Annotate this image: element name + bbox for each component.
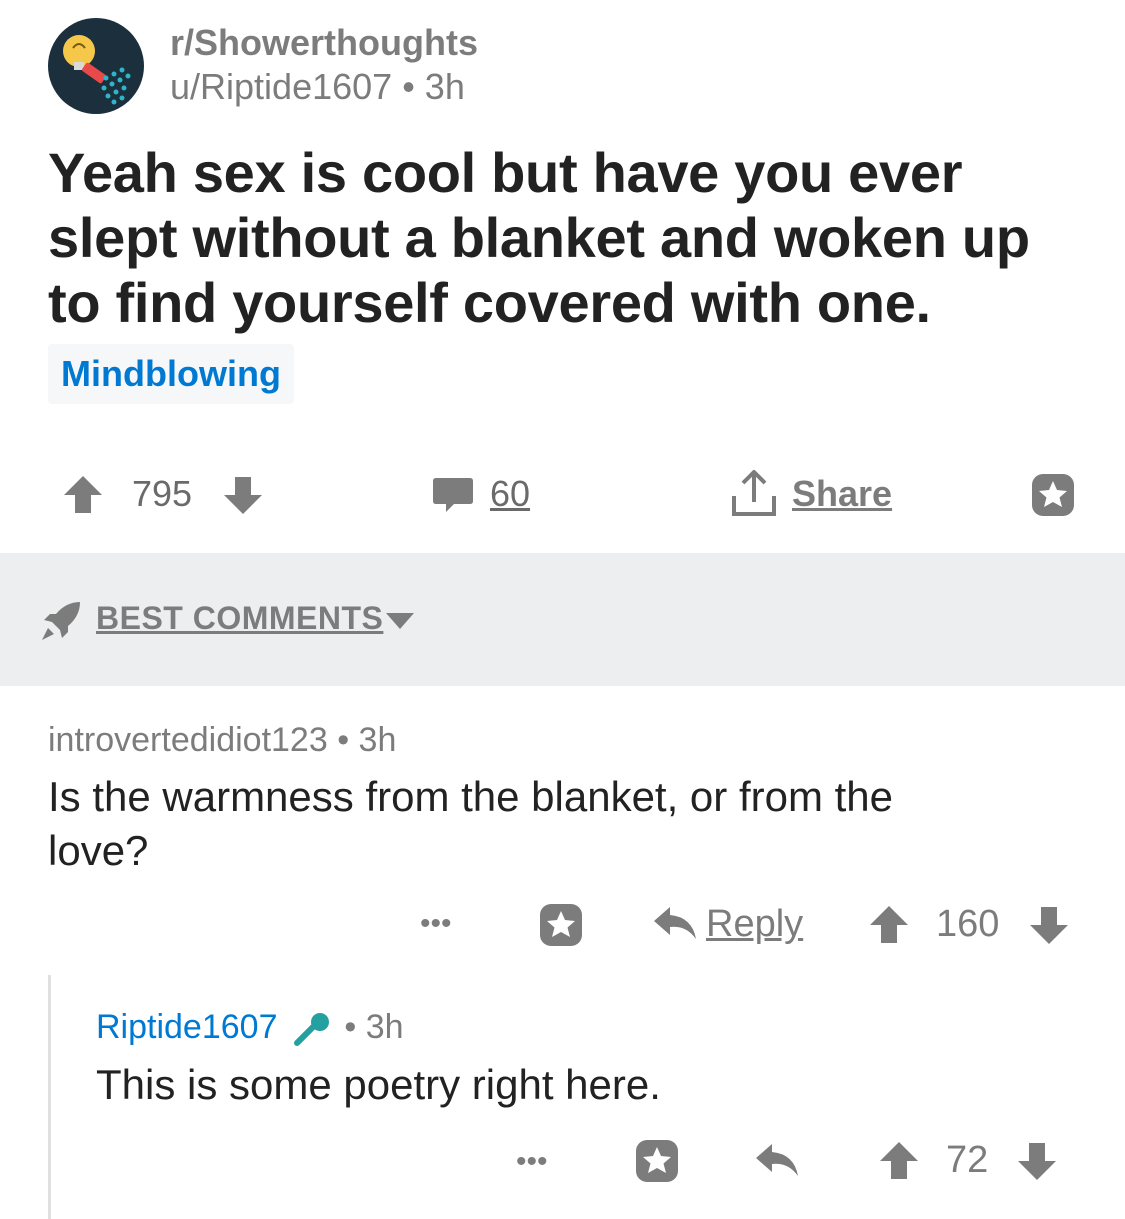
comment-score: 72 — [946, 1139, 989, 1181]
upvote-icon[interactable] — [868, 904, 910, 944]
reply-arrow-icon[interactable] — [754, 1142, 800, 1182]
comment-body: This is some poetry right here. — [96, 1061, 661, 1108]
downvote-icon[interactable] — [1028, 906, 1070, 946]
chevron-down-icon[interactable] — [385, 612, 415, 630]
comment-meta: introvertedidiot123 • 3h — [48, 720, 396, 760]
more-options-icon[interactable]: ••• — [420, 902, 452, 946]
downvote-icon[interactable] — [1016, 1142, 1058, 1182]
comment-meta: Riptide1607 • 3h — [96, 1007, 404, 1047]
post-score: 795 — [132, 473, 193, 514]
downvote-icon[interactable] — [222, 476, 264, 516]
rocket-icon[interactable] — [38, 598, 84, 644]
save-star-icon[interactable] — [1030, 472, 1076, 518]
comment-age: • 3h — [344, 1008, 404, 1046]
post-title[interactable]: Yeah sex is cool but have you ever slept… — [48, 140, 1088, 335]
comment-author[interactable]: Riptide1607 — [96, 1008, 277, 1046]
upvote-icon[interactable] — [62, 474, 104, 514]
thread-indent-line — [48, 975, 51, 1219]
sort-selector[interactable]: BEST COMMENTS — [96, 598, 383, 638]
reply-arrow-icon[interactable] — [652, 905, 698, 945]
save-star-icon[interactable] — [634, 1138, 680, 1184]
reply-button[interactable]: Reply — [706, 902, 803, 946]
comment-score: 160 — [936, 903, 1000, 945]
comment-body: Is the warmness from the blanket, or fro… — [48, 773, 894, 874]
comment-count[interactable]: 60 — [490, 472, 530, 516]
save-star-icon[interactable] — [538, 902, 584, 948]
post-flair[interactable]: Mindblowing — [48, 344, 294, 404]
subreddit-avatar[interactable] — [48, 18, 144, 114]
post-author[interactable]: u/Riptide1607 — [170, 66, 392, 107]
share-button[interactable]: Share — [792, 472, 892, 516]
post-age: • 3h — [402, 66, 465, 107]
comment-age: • 3h — [337, 721, 397, 759]
microphone-op-icon — [291, 1011, 331, 1047]
post-meta: u/Riptide1607 • 3h — [170, 66, 465, 108]
showerhead-bulb-icon — [63, 35, 131, 105]
more-options-icon[interactable]: ••• — [516, 1140, 548, 1184]
upvote-icon[interactable] — [878, 1140, 920, 1180]
comment-bubble-icon[interactable] — [432, 476, 474, 514]
comment-author[interactable]: introvertedidiot123 — [48, 721, 328, 759]
share-icon[interactable] — [728, 468, 780, 520]
subreddit-name[interactable]: r/Showerthoughts — [170, 22, 478, 64]
